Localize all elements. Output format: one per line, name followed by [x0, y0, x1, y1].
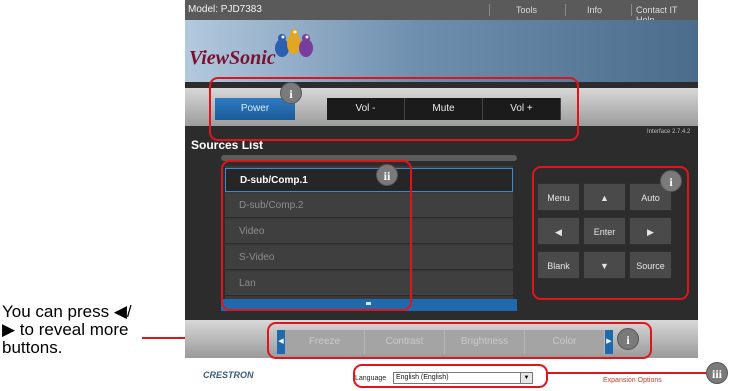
divider	[631, 4, 632, 16]
top-bar: Model: PJD7383 Tools Info Contact IT Hel…	[185, 0, 698, 25]
brand-banner: ViewSonic	[185, 20, 698, 82]
tools-link[interactable]: Tools	[516, 5, 537, 15]
highlight-language	[353, 364, 548, 388]
crestron-logo: CRESTRON	[203, 370, 254, 380]
info-link[interactable]: Info	[587, 5, 602, 15]
highlight-power-controls	[209, 77, 579, 141]
divider	[489, 4, 490, 16]
model-label: Model: PJD7383	[188, 4, 262, 15]
badge-ii-icon: ii	[376, 164, 398, 186]
badge-i-icon: i	[617, 328, 639, 350]
viewsonic-logo: ViewSonic	[189, 47, 276, 69]
badge-i-icon: i	[660, 170, 682, 192]
expansion-options-link[interactable]: Expansion Options	[603, 377, 662, 384]
annotation-line	[548, 372, 706, 374]
divider	[565, 4, 566, 16]
interface-version: Interface 2.7.4.2	[647, 129, 691, 135]
highlight-adjust-buttons	[267, 322, 652, 359]
badge-i-icon: i	[280, 82, 302, 104]
birds-logo-icon	[275, 29, 313, 57]
badge-iii-icon: iii	[706, 362, 728, 384]
annotation-text: You can press ◀/▶ to reveal more buttons…	[2, 302, 132, 357]
